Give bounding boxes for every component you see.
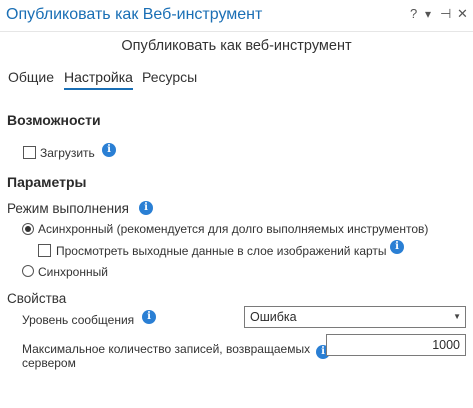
- message-level-info-icon[interactable]: i: [142, 310, 156, 324]
- view-output-info-icon[interactable]: i: [390, 240, 404, 254]
- message-level-value: Ошибка: [250, 310, 297, 324]
- upload-info-icon[interactable]: i: [102, 143, 116, 157]
- properties-header: Свойства: [7, 291, 67, 306]
- pane-title: Опубликовать как Веб-инструмент: [6, 6, 263, 23]
- sync-radio[interactable]: [22, 265, 34, 277]
- max-records-label-line2: сервером: [22, 356, 76, 370]
- max-records-input[interactable]: 1000: [326, 334, 466, 356]
- upload-checkbox[interactable]: [23, 146, 36, 159]
- message-level-label: Уровень сообщения: [22, 313, 135, 327]
- help-icon[interactable]: ?: [410, 5, 417, 23]
- tab-general[interactable]: Общие: [8, 69, 54, 88]
- view-output-checkbox[interactable]: [38, 244, 51, 257]
- execution-mode-label: Режим выполнения: [7, 201, 129, 216]
- chevron-down-icon: ▼: [453, 312, 461, 321]
- view-output-label: Просмотреть выходные данные в слое изобр…: [56, 244, 387, 258]
- pane-title-bar: Опубликовать как Веб-инструмент ? ▾ ⊣ ✕: [0, 0, 473, 32]
- message-level-select[interactable]: Ошибка ▼: [244, 306, 466, 328]
- tab-bar: Общие Настройка Ресурсы: [0, 69, 473, 93]
- capabilities-header: Возможности: [7, 112, 101, 128]
- tab-configuration[interactable]: Настройка: [64, 69, 133, 90]
- menu-dropdown-icon[interactable]: ▾: [425, 5, 431, 23]
- async-radio[interactable]: [22, 223, 34, 235]
- execution-mode-info-icon[interactable]: i: [139, 201, 153, 215]
- pane-subtitle: Опубликовать как веб-инструмент: [121, 38, 352, 54]
- upload-label: Загрузить: [40, 146, 95, 160]
- tab-content[interactable]: Ресурсы: [142, 69, 197, 88]
- sync-label: Синхронный: [38, 265, 108, 279]
- pin-icon[interactable]: ⊣: [440, 5, 451, 23]
- parameters-header: Параметры: [7, 174, 87, 190]
- max-records-label-line1: Максимальное количество записей, возвращ…: [22, 342, 311, 356]
- close-icon[interactable]: ✕: [457, 5, 468, 23]
- async-label: Асинхронный (рекомендуется для долго вып…: [38, 222, 429, 236]
